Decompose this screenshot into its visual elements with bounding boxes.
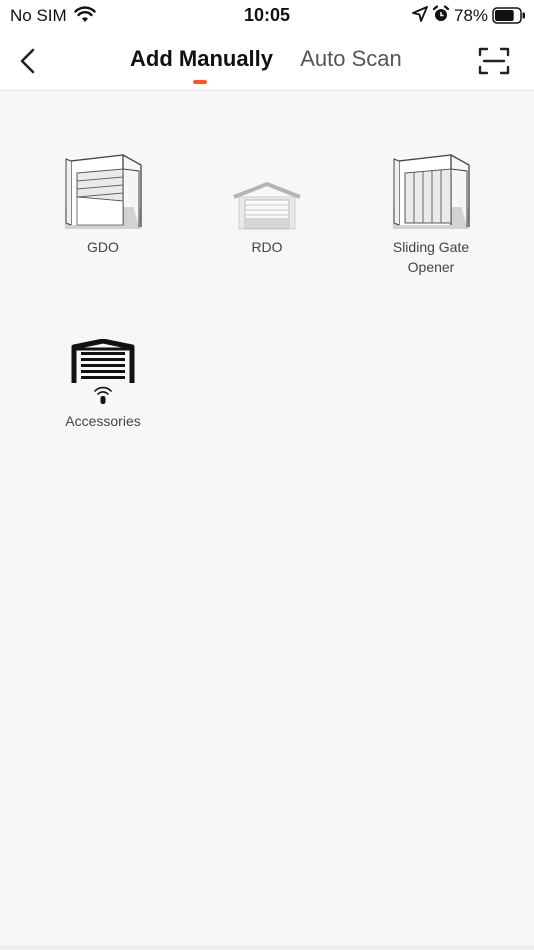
battery-icon bbox=[492, 7, 526, 29]
tab-auto-scan[interactable]: Auto Scan bbox=[298, 46, 404, 72]
tab-add-manually[interactable]: Add Manually bbox=[130, 46, 273, 72]
status-bar: No SIM 10:05 78% bbox=[0, 0, 534, 32]
alarm-icon bbox=[432, 5, 450, 28]
device-sliding-gate-opener[interactable]: Sliding Gate Opener bbox=[349, 151, 513, 277]
scan-button[interactable] bbox=[478, 46, 510, 76]
device-accessories[interactable]: Accessories bbox=[21, 335, 185, 431]
device-label: Accessories bbox=[65, 413, 141, 429]
device-label: GDO bbox=[87, 239, 119, 255]
location-arrow-icon bbox=[412, 6, 428, 27]
back-button[interactable] bbox=[16, 46, 42, 76]
battery-fill bbox=[495, 10, 514, 21]
battery-percent: 78% bbox=[454, 6, 489, 25]
device-gdo[interactable]: GDO bbox=[21, 151, 185, 257]
chevron-left-icon bbox=[20, 48, 35, 74]
device-rdo[interactable]: RDO bbox=[185, 151, 349, 257]
accessories-remote-icon bbox=[71, 339, 135, 404]
device-label: Sliding Gate Opener bbox=[392, 239, 470, 275]
garage-door-opener-icon bbox=[65, 154, 142, 229]
roller-door-opener-icon bbox=[233, 182, 301, 230]
home-indicator bbox=[0, 946, 534, 950]
sliding-gate-opener-icon bbox=[393, 154, 470, 229]
device-label: RDO bbox=[251, 239, 283, 255]
scan-frame-icon bbox=[478, 47, 510, 75]
nav-bar: Add Manually Auto Scan bbox=[0, 32, 534, 91]
active-tab-indicator bbox=[193, 80, 207, 84]
